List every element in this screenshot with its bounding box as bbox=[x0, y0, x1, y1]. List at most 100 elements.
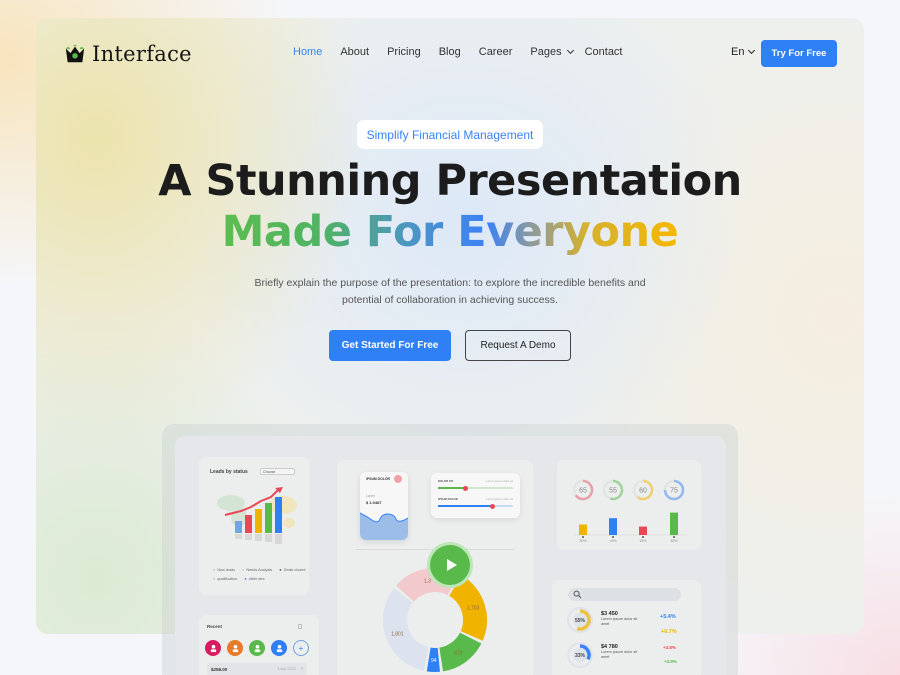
bar-pct-label: 15% bbox=[639, 539, 647, 543]
slider-thumb[interactable] bbox=[463, 485, 469, 491]
nav-career[interactable]: Career bbox=[479, 46, 513, 58]
language-label: En bbox=[731, 46, 745, 58]
search-input[interactable] bbox=[568, 588, 681, 601]
nav-pages[interactable]: Pages bbox=[530, 46, 574, 58]
ring-value: 65 bbox=[579, 488, 587, 495]
chevron-right-icon: › bbox=[301, 666, 303, 672]
recent-title: Recent bbox=[207, 624, 223, 629]
nav-contact[interactable]: Contact bbox=[585, 46, 623, 58]
donut-label: 1,3 bbox=[424, 579, 431, 585]
hero-title: A Stunning Presentation bbox=[158, 156, 742, 206]
stat-change: +3.9% bbox=[664, 659, 677, 664]
leads-title: Leads by status bbox=[210, 469, 248, 475]
language-selector[interactable]: En bbox=[731, 46, 756, 58]
stat-ring-pct: 55% bbox=[575, 618, 586, 624]
slider-row: IPSUM DOLOR Lorem ipsum dolor sit bbox=[438, 497, 513, 509]
slider-fill bbox=[438, 487, 466, 489]
hero-badge: Simplify Financial Management bbox=[357, 120, 543, 149]
leads-bar bbox=[255, 509, 262, 533]
rings-card: 65 55 60 75 30% +6% 15% 30% bbox=[557, 460, 701, 550]
crown-icon bbox=[65, 44, 85, 63]
lorem-widget-title: IPSUM DOLOR bbox=[366, 477, 390, 481]
transaction-date: 3 sep 2022 bbox=[277, 667, 296, 671]
donut-segment bbox=[383, 588, 430, 671]
area-chart bbox=[360, 512, 408, 540]
avatar[interactable] bbox=[249, 640, 265, 656]
legend-item: other stre bbox=[244, 577, 265, 581]
search-icon bbox=[573, 590, 582, 599]
add-avatar-button[interactable]: + bbox=[293, 640, 309, 656]
bar-dot bbox=[673, 536, 675, 538]
bar-pct-label: +6% bbox=[609, 539, 617, 543]
leads-legend: New leads Needs Analysis Deals closed qu… bbox=[213, 568, 305, 581]
nav-pages-label: Pages bbox=[530, 46, 562, 58]
slider-row: DOLOR SIT Lorem ipsum dolor sit bbox=[438, 479, 513, 491]
play-video-button[interactable] bbox=[427, 542, 473, 588]
leads-select-value: Choose bbox=[263, 470, 276, 474]
hero-title-line2: Made For Everyone bbox=[221, 207, 679, 257]
hero-subtitle: Briefly explain the purpose of the prese… bbox=[250, 275, 650, 309]
stat-ring-pct: 33% bbox=[575, 653, 586, 659]
leads-select[interactable]: Choose bbox=[260, 468, 295, 475]
chevron-down-icon bbox=[566, 46, 574, 55]
brand-name: Interface bbox=[92, 42, 192, 66]
slider-hint: Lorem ipsum dolor sit bbox=[486, 479, 513, 483]
nav-blog[interactable]: Blog bbox=[439, 46, 461, 58]
stat-rings: 55% 33% bbox=[567, 607, 593, 668]
bar-dot bbox=[612, 536, 614, 538]
chevron-down-icon bbox=[748, 46, 756, 55]
legend-item: Deals closed bbox=[279, 568, 306, 572]
main-nav: Home About Pricing Blog Career Pages Con… bbox=[293, 46, 623, 58]
transaction-row[interactable]: $258.00 3 sep 2022 › bbox=[207, 663, 307, 675]
transaction-amount: $258.00 bbox=[211, 666, 228, 672]
hero-title-gradient: Made For Everyone bbox=[0, 207, 900, 257]
lorem-widget-value: $ 1.0487 bbox=[366, 500, 382, 505]
stat-change: +3.8% bbox=[663, 645, 676, 650]
slider-track[interactable] bbox=[438, 503, 513, 509]
slider-label: DOLOR SIT bbox=[438, 479, 454, 483]
close-icon[interactable] bbox=[394, 475, 402, 483]
donut-label: 1,801 bbox=[391, 632, 404, 638]
bar-dot bbox=[642, 536, 644, 538]
request-demo-button[interactable]: Request A Demo bbox=[465, 330, 571, 361]
slider-track[interactable] bbox=[438, 485, 513, 491]
slider-fill bbox=[438, 505, 492, 507]
donut-label: 1,703 bbox=[467, 606, 480, 612]
progress-rings: 65 55 60 75 30% +6% 15% 30% bbox=[572, 479, 687, 543]
nav-home[interactable]: Home bbox=[293, 46, 322, 58]
leads-card: Leads by status Choose New leads Needs A… bbox=[199, 457, 309, 595]
try-for-free-button[interactable]: Try For Free bbox=[761, 40, 837, 67]
recent-card: Recent + $258.00 3 sep 2022 › bbox=[199, 615, 319, 675]
stat-bar bbox=[609, 518, 617, 535]
avatar[interactable] bbox=[205, 640, 221, 656]
leads-bar bbox=[275, 497, 282, 533]
stat-desc: Lorem ipsum dolor sit amet bbox=[601, 617, 638, 626]
brand-logo[interactable]: Interface bbox=[64, 42, 192, 66]
trash-icon[interactable] bbox=[298, 624, 302, 629]
get-started-button[interactable]: Get Started For Free bbox=[329, 330, 451, 361]
bar-pct-label: 30% bbox=[670, 539, 678, 543]
ring-value: 60 bbox=[639, 488, 647, 495]
sliders-widget: DOLOR SIT Lorem ipsum dolor sit IPSUM DO… bbox=[431, 473, 520, 518]
leads-growth-illustration bbox=[217, 487, 297, 544]
stat-bar bbox=[579, 524, 587, 535]
legend-item: qualification bbox=[213, 577, 237, 581]
stat-bar bbox=[639, 526, 647, 535]
leads-bar bbox=[245, 515, 252, 533]
legend-item: New leads bbox=[213, 568, 235, 572]
stat-change: +5.4% bbox=[660, 614, 676, 620]
slider-label: IPSUM DOLOR bbox=[438, 497, 458, 501]
nav-pricing[interactable]: Pricing bbox=[387, 46, 421, 58]
slider-thumb[interactable] bbox=[489, 503, 495, 509]
hero-subtitle-line2: potential of collaboration in achieving … bbox=[342, 294, 558, 306]
stat-bar bbox=[670, 512, 678, 535]
donut-label: 94 bbox=[431, 658, 437, 664]
stat-item: $3 450 Lorem ipsum dolor sit amet bbox=[601, 611, 639, 627]
stat-change: +6.7% bbox=[661, 629, 677, 635]
stat-desc: Lorem ipsum dolor sit amet bbox=[601, 650, 638, 659]
ring-value: 55 bbox=[609, 488, 617, 495]
nav-about[interactable]: About bbox=[340, 46, 369, 58]
avatar[interactable] bbox=[271, 640, 287, 656]
legend-item: Needs Analysis bbox=[242, 568, 272, 572]
avatar[interactable] bbox=[227, 640, 243, 656]
